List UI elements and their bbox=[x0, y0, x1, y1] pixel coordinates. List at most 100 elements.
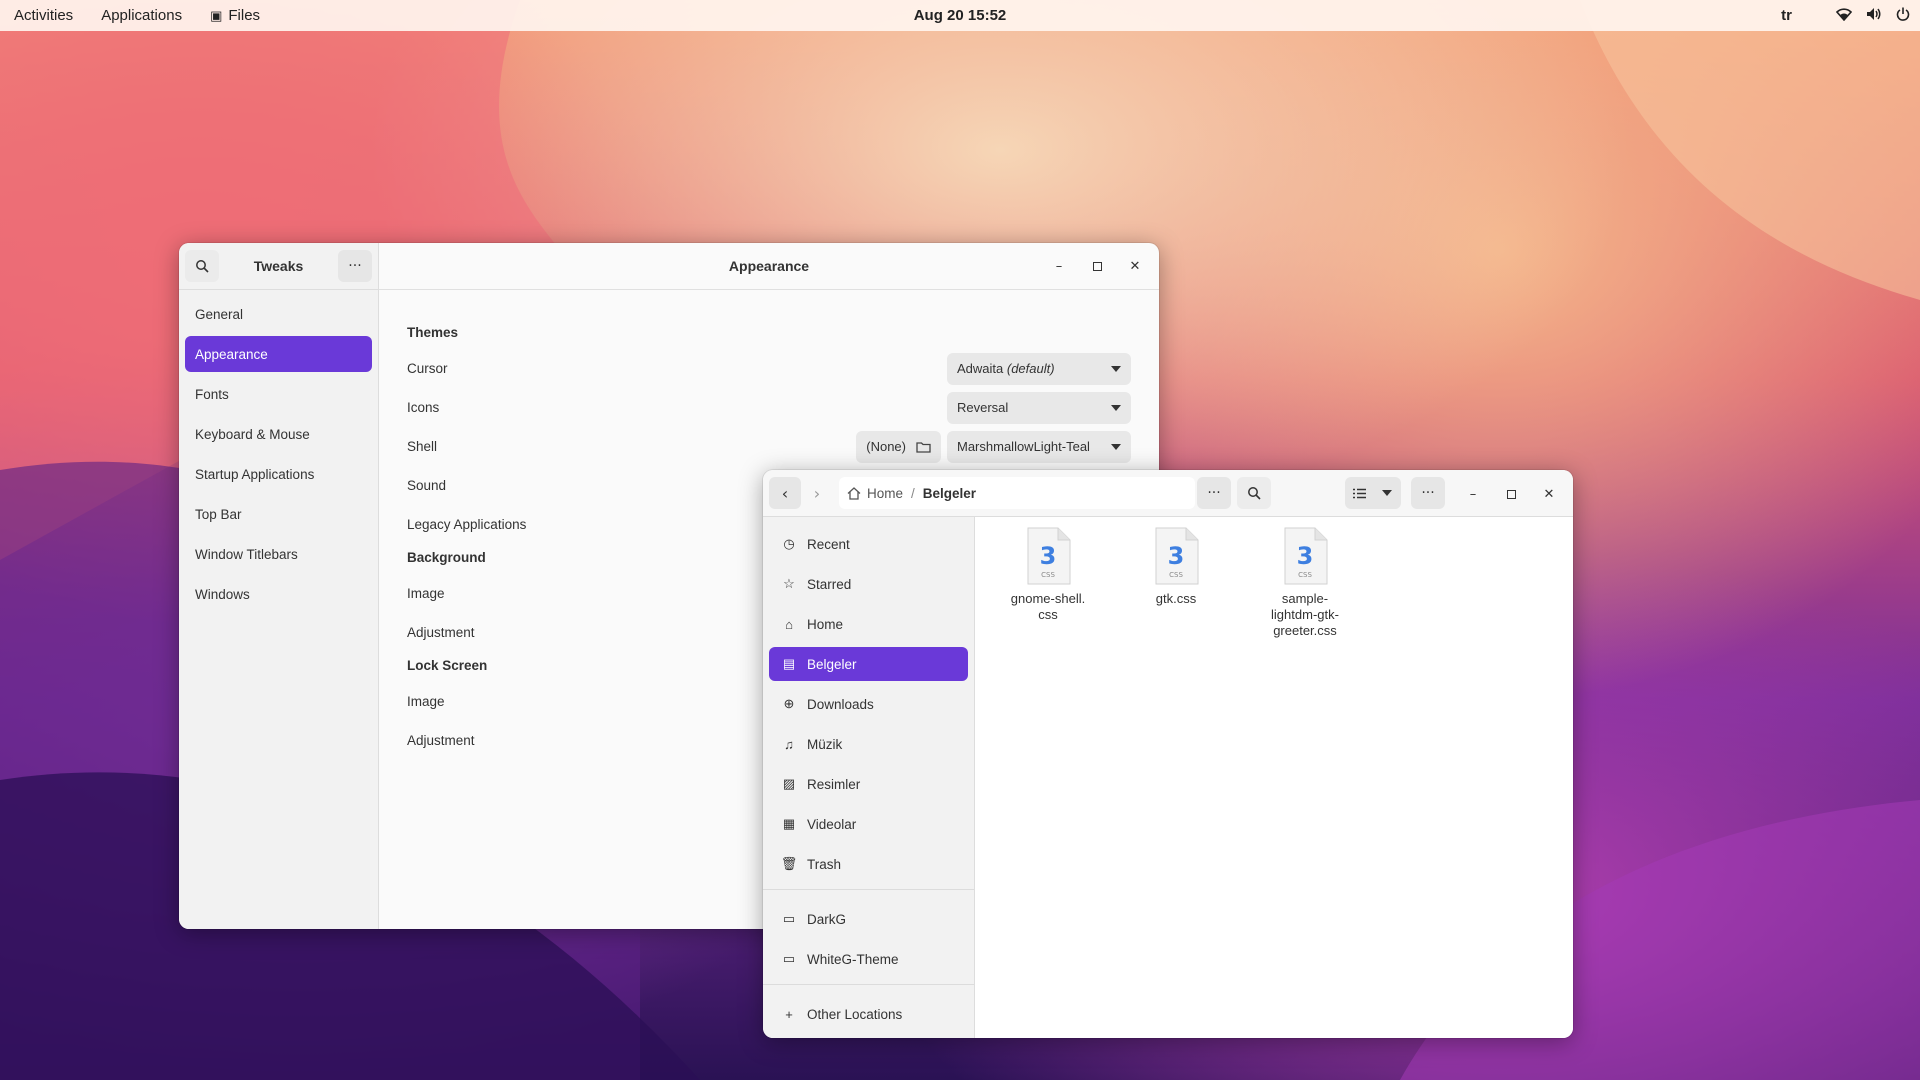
files-header: ‹ › Home / Belgeler ··· ··· – ✕ bbox=[763, 470, 1573, 517]
wifi-icon[interactable] bbox=[1835, 7, 1853, 25]
close-button[interactable]: ✕ bbox=[1125, 256, 1145, 276]
tweaks-header: Appearance – ✕ bbox=[379, 243, 1159, 290]
nav-general[interactable]: General bbox=[185, 296, 372, 332]
files-sidebar: ◷ Recent ☆ Starred ⌂ Home ▤ Belgeler ⊕ Downlo… bbox=[763, 517, 975, 1038]
place-downloads[interactable]: ⊕ Downloads bbox=[769, 687, 968, 721]
forward-button[interactable]: › bbox=[801, 477, 833, 509]
tweaks-menu-button[interactable]: ··· bbox=[337, 250, 372, 282]
home-icon: ⌂ bbox=[785, 616, 793, 632]
files-app-icon: ▣ bbox=[210, 7, 223, 23]
place-home[interactable]: ⌂ Home bbox=[769, 607, 968, 641]
bookmark-label: DarkG bbox=[807, 911, 847, 927]
breadcrumb-current[interactable]: Belgeler bbox=[923, 486, 976, 501]
path-menu-button[interactable]: ··· bbox=[1197, 477, 1231, 509]
place-videolar[interactable]: ▦ Videolar bbox=[769, 807, 968, 841]
place-label: Starred bbox=[807, 576, 852, 592]
activities-button[interactable]: Activities bbox=[0, 0, 87, 31]
cursor-default-suffix: (default) bbox=[1006, 361, 1055, 376]
legacy-applications-label: Legacy Applications bbox=[407, 517, 527, 532]
place-starred[interactable]: ☆ Starred bbox=[769, 567, 968, 601]
bookmark-whiteg-theme[interactable]: ▭ WhiteG-Theme bbox=[769, 942, 968, 976]
nav-keyboard-mouse[interactable]: Keyboard & Mouse bbox=[185, 416, 372, 452]
shell-file-chooser-button[interactable]: (None) bbox=[856, 430, 941, 463]
place-resimler[interactable]: ▨ Resimler bbox=[769, 767, 968, 801]
app-menu-files[interactable]: ▣ Files bbox=[196, 0, 274, 31]
dropdown-arrow-icon bbox=[1111, 365, 1121, 372]
tweaks-window-controls: – ✕ bbox=[1049, 256, 1145, 276]
place-belgeler[interactable]: ▤ Belgeler bbox=[769, 647, 968, 681]
dropdown-arrow-icon bbox=[1111, 443, 1121, 450]
power-icon[interactable] bbox=[1896, 7, 1910, 25]
place-label: Resimler bbox=[807, 776, 861, 792]
place-trash[interactable]: 🗑 Trash bbox=[769, 847, 968, 881]
tweaks-title: Tweaks bbox=[253, 258, 304, 274]
nav-appearance[interactable]: Appearance bbox=[185, 336, 372, 372]
other-locations-label: Other Locations bbox=[807, 1006, 903, 1022]
place-label: Home bbox=[807, 616, 844, 632]
place-recent[interactable]: ◷ Recent bbox=[769, 527, 968, 561]
breadcrumb-home-label: Home bbox=[867, 485, 904, 501]
maximize-button[interactable] bbox=[1087, 256, 1107, 276]
cursor-row: Cursor Adwaita (default) bbox=[407, 349, 1131, 388]
chevron-right-icon: › bbox=[813, 483, 821, 503]
shell-dropdown[interactable]: MarshmallowLight-Teal bbox=[947, 430, 1131, 463]
nav-top-bar[interactable]: Top Bar bbox=[185, 496, 372, 532]
shell-label: Shell bbox=[407, 439, 438, 454]
minimize-button[interactable]: – bbox=[1463, 484, 1483, 504]
minimize-button[interactable]: – bbox=[1049, 256, 1069, 276]
place-label: Belgeler bbox=[807, 656, 857, 672]
css-file-icon: 3 CSS bbox=[1027, 527, 1071, 585]
main-menu-button[interactable]: ··· bbox=[1411, 477, 1445, 509]
clock-icon: ◷ bbox=[783, 536, 795, 551]
applications-menu[interactable]: Applications bbox=[87, 0, 196, 31]
background-image-label: Image bbox=[407, 586, 445, 601]
search-button[interactable] bbox=[185, 250, 219, 282]
css-file-icon: 3 CSS bbox=[1284, 527, 1328, 585]
breadcrumb-home[interactable]: Home bbox=[847, 486, 903, 501]
view-options-button[interactable] bbox=[1373, 477, 1401, 509]
shell-controls: (None) MarshmallowLight-Teal bbox=[856, 430, 1131, 463]
place-label: Recent bbox=[807, 536, 850, 552]
file-item-sample-lightdm-gtk-greeter-css[interactable]: 3 CSS sample- lightdm-gtk- greeter.css bbox=[1250, 527, 1360, 639]
nav-window-titlebars[interactable]: Window Titlebars bbox=[185, 536, 372, 572]
file-name: gtk.css bbox=[1155, 591, 1197, 606]
place-muzik[interactable]: ♫ Müzik bbox=[769, 727, 968, 761]
file-type-label: CSS bbox=[1041, 571, 1055, 579]
cursor-dropdown[interactable]: Adwaita (default) bbox=[947, 352, 1131, 385]
shell-value: MarshmallowLight-Teal bbox=[957, 439, 1090, 454]
nav-fonts[interactable]: Fonts bbox=[185, 376, 372, 412]
minimize-icon: – bbox=[1055, 258, 1063, 274]
volume-icon[interactable] bbox=[1866, 7, 1882, 25]
sidebar-divider bbox=[763, 889, 974, 890]
cursor-value-text: Adwaita bbox=[957, 361, 1004, 376]
close-button[interactable]: ✕ bbox=[1539, 484, 1559, 504]
bookmark-label: WhiteG-Theme bbox=[807, 951, 899, 967]
file-type-label: CSS bbox=[1169, 571, 1183, 579]
files-window: ‹ › Home / Belgeler ··· ··· – ✕ ◷ Recent… bbox=[763, 470, 1573, 1038]
search-icon bbox=[196, 260, 209, 273]
list-view-button[interactable] bbox=[1345, 477, 1373, 509]
nav-startup-applications[interactable]: Startup Applications bbox=[185, 456, 372, 492]
file-item-gnome-shell-css[interactable]: 3 CSS gnome-shell. css bbox=[993, 527, 1103, 623]
svg-text:3: 3 bbox=[1297, 542, 1314, 570]
tweaks-sidebar-header: Tweaks ··· bbox=[179, 243, 378, 290]
files-header-actions: ··· bbox=[1197, 477, 1271, 509]
file-name: sample- lightdm-gtk- greeter.css bbox=[1271, 591, 1339, 638]
clock[interactable]: Aug 20 15:52 bbox=[914, 7, 1007, 24]
back-button[interactable]: ‹ bbox=[769, 477, 801, 509]
close-icon: ✕ bbox=[1129, 258, 1141, 274]
more-icon: ··· bbox=[1421, 485, 1435, 501]
other-locations[interactable]: + Other Locations bbox=[769, 997, 968, 1031]
maximize-button[interactable] bbox=[1501, 484, 1521, 504]
tweaks-nav: General Appearance Fonts Keyboard & Mous… bbox=[179, 290, 378, 622]
keyboard-layout-indicator[interactable]: tr bbox=[1781, 7, 1792, 24]
file-item-gtk-css[interactable]: 3 CSS gtk.css bbox=[1121, 527, 1231, 607]
lock-screen-adjustment-label: Adjustment bbox=[407, 733, 475, 748]
svg-text:3: 3 bbox=[1168, 542, 1185, 570]
folder-icon: ▭ bbox=[782, 951, 796, 966]
more-icon: ··· bbox=[348, 258, 362, 274]
nav-windows[interactable]: Windows bbox=[185, 576, 372, 612]
icons-dropdown[interactable]: Reversal bbox=[947, 391, 1131, 424]
search-button[interactable] bbox=[1237, 477, 1271, 509]
bookmark-darkg[interactable]: ▭ DarkG bbox=[769, 902, 968, 936]
